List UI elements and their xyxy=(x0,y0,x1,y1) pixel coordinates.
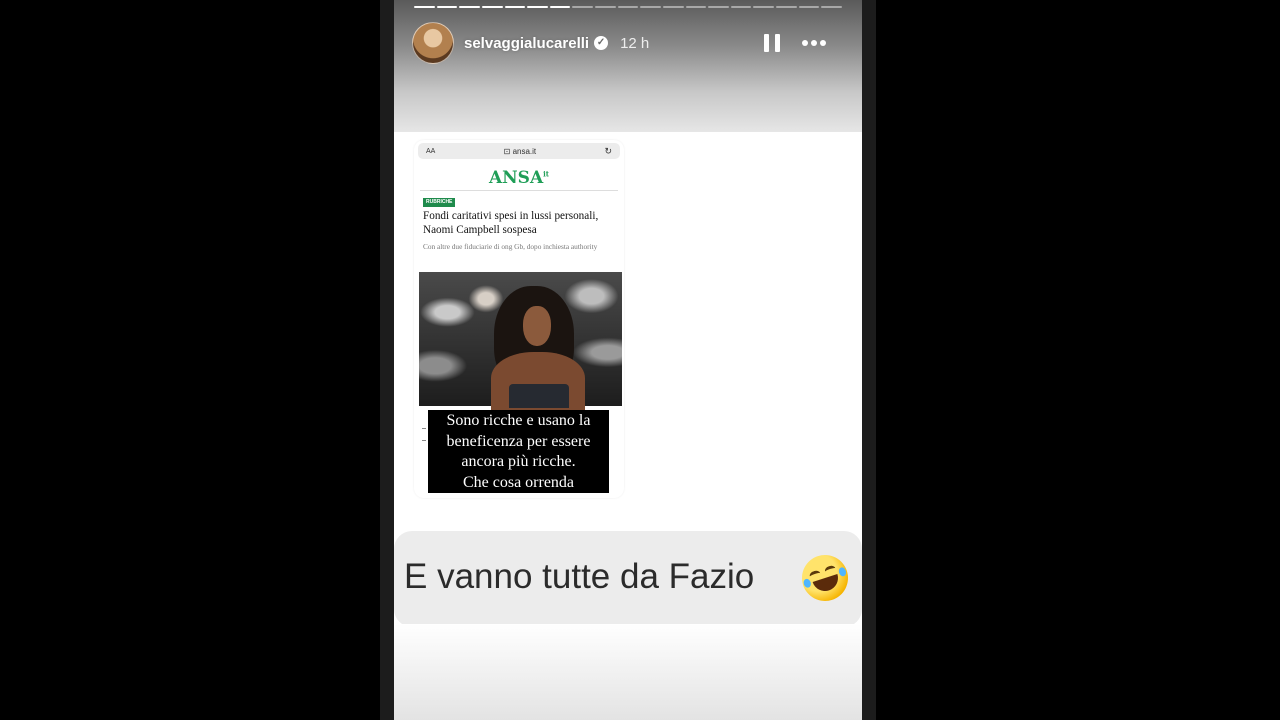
article-text-fragment xyxy=(422,428,426,429)
story-text-comment: E vanno tutte da Fazio xyxy=(394,531,862,627)
story-progress-segment xyxy=(549,6,571,8)
story-top-gradient xyxy=(394,0,862,132)
reload-icon: ↻ xyxy=(604,145,612,156)
article-headline: Fondi caritativi spesi in lussi personal… xyxy=(423,210,599,236)
story-progress-segment xyxy=(572,6,593,8)
story-progress-segment xyxy=(595,6,616,8)
caption-line: beneficenza per essere xyxy=(446,432,591,450)
browser-url-bar: AA ⊡ ansa.it ↻ xyxy=(418,143,620,159)
story-controls xyxy=(764,34,826,52)
ansa-logo-suffix: it xyxy=(543,169,550,179)
user-avatar[interactable] xyxy=(412,22,454,64)
story-progress-bar xyxy=(414,6,842,8)
text-size-control: AA xyxy=(426,147,436,155)
lock-icon: ⊡ xyxy=(503,146,513,156)
embedded-news-screenshot: AA ⊡ ansa.it ↻ ANSAit RUBRICHE Fondi car… xyxy=(414,140,624,498)
ansa-logo: ANSAit xyxy=(414,168,624,188)
caption-line: Che cosa orrenda xyxy=(462,473,575,491)
article-subheadline: Con altre due fiduciarie di ong Gb, dopo… xyxy=(423,242,598,251)
caption-line: ancora più ricche. xyxy=(461,453,576,470)
username[interactable]: selvaggialucarelli xyxy=(464,35,589,52)
story-caption-overlay: Sono ricche e usano la beneficenza per e… xyxy=(428,410,609,493)
pause-icon[interactable] xyxy=(764,34,780,52)
story-progress-segment xyxy=(527,6,548,8)
story-progress-segment xyxy=(753,6,774,8)
left-side-strip xyxy=(380,0,394,720)
emoji-tear xyxy=(837,566,848,578)
browser-url: ⊡ ansa.it xyxy=(504,147,537,156)
photo-dress xyxy=(509,384,569,408)
photo-face xyxy=(523,306,551,346)
ansa-logo-text: ANSA xyxy=(488,168,544,188)
story-header: selvaggialucarelli ✓ 12 h xyxy=(412,22,852,64)
browser-url-text: ansa.it xyxy=(512,146,537,156)
story-progress-segment xyxy=(730,6,752,8)
story-viewer[interactable]: selvaggialucarelli ✓ 12 h AA ⊡ ansa.it ↻… xyxy=(394,0,862,720)
comment-text: E vanno tutte da Fazio xyxy=(404,557,755,596)
story-bottom-gradient xyxy=(394,624,862,720)
verified-badge-icon: ✓ xyxy=(594,36,609,50)
story-progress-segment xyxy=(685,6,707,8)
story-progress-segment xyxy=(776,6,797,8)
story-progress-segment xyxy=(662,6,684,8)
story-progress-segment xyxy=(640,6,661,8)
story-progress-segment xyxy=(708,6,729,8)
story-progress-segment xyxy=(821,6,842,8)
story-progress-segment xyxy=(414,6,435,8)
story-progress-segment xyxy=(504,6,526,8)
section-badge: RUBRICHE xyxy=(423,198,456,207)
story-progress-segment xyxy=(481,6,503,8)
story-time-ago: 12 h xyxy=(620,34,650,52)
story-progress-segment xyxy=(459,6,480,8)
story-progress-segment xyxy=(798,6,820,8)
story-progress-segment xyxy=(617,6,639,8)
story-progress-segment xyxy=(436,6,458,8)
header-divider xyxy=(420,190,618,191)
right-side-strip xyxy=(862,0,876,720)
more-options-icon[interactable] xyxy=(802,40,826,46)
caption-line: Sono ricche e usano la xyxy=(446,412,591,429)
laughing-emoji-icon xyxy=(796,549,854,607)
article-text-fragment xyxy=(422,440,426,441)
article-photo xyxy=(419,272,622,410)
